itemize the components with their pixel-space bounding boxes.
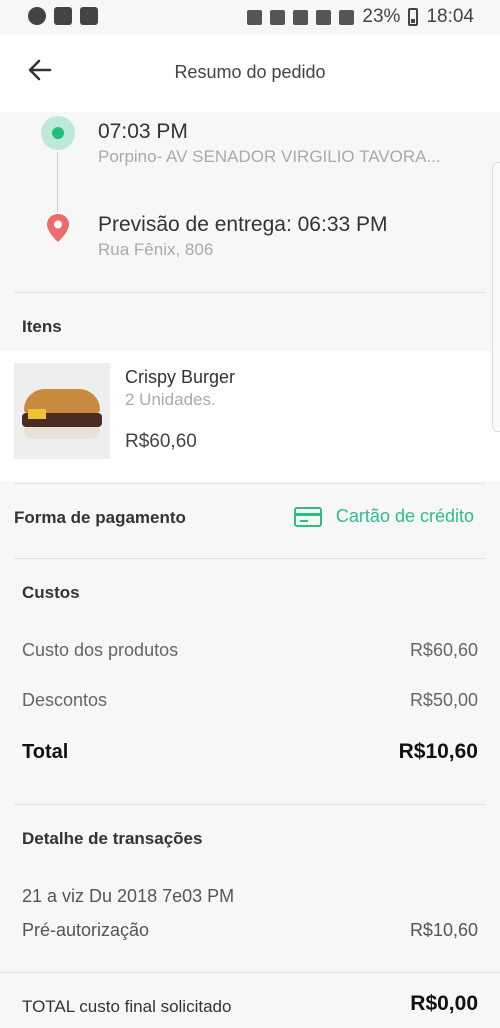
- transaction-type: Pré-autorização: [22, 920, 150, 940]
- list-item[interactable]: Crispy Burger 2 Unidades. R$60,60: [0, 351, 500, 481]
- divider: [0, 972, 500, 973]
- divider: [14, 804, 486, 805]
- products-cost-value: R$60,60: [409, 640, 478, 660]
- battery-percent: 23%: [362, 6, 401, 27]
- facebook-icon: [80, 7, 98, 25]
- payment-method-label: Cartão de crédito: [335, 506, 474, 526]
- credit-card-icon: [293, 506, 322, 527]
- lock-icon: [247, 9, 263, 25]
- battery-icon: [408, 8, 419, 26]
- discounts-label: Descontos: [22, 690, 108, 710]
- alarm-icon: [293, 9, 309, 25]
- payment-method[interactable]: Cartão de crédito: [293, 506, 474, 527]
- delivery-route: 07:03 PM Porpino- AV SENADOR VIRGILIO TA…: [14, 112, 486, 292]
- origin-dot-icon: [41, 116, 75, 150]
- payment-label: Forma de pagamento: [14, 508, 186, 527]
- divider: [14, 292, 486, 293]
- wifi-icon: [316, 9, 332, 25]
- discounts-value: R$50,00: [409, 690, 478, 710]
- route-line: [57, 152, 58, 212]
- item-quantity: 2 Unidades.: [125, 390, 216, 409]
- origin-address: Porpino- AV SENADOR VIRGILIO TAVORA...: [98, 147, 441, 166]
- divider: [14, 483, 486, 484]
- location-pin-icon: [44, 212, 72, 249]
- transaction-date: 21 a viz Du 2018 7e03 PM: [22, 886, 235, 906]
- total-label: Total: [22, 741, 69, 763]
- delivery-eta: Previsão de entrega: 06:33 PM: [98, 213, 388, 236]
- system-icons: 23% 18:04: [247, 6, 474, 28]
- item-price: R$60,60: [125, 431, 197, 452]
- items-section-title: Itens: [22, 317, 62, 336]
- status-bar: 23% 18:04: [0, 0, 500, 34]
- signal-icon: [339, 9, 355, 25]
- mute-icon: [270, 9, 286, 25]
- costs-section-title: Custos: [22, 583, 80, 602]
- scroll-indicator[interactable]: [492, 162, 500, 432]
- whatsapp-icon: [28, 7, 46, 25]
- destination-address: Rua Fênix, 806: [98, 240, 214, 259]
- final-total-value: R$0,00: [410, 992, 478, 1015]
- message-icon: [54, 7, 72, 25]
- origin-time: 07:03 PM: [98, 120, 188, 143]
- transactions-section-title: Detalhe de transações: [22, 829, 203, 848]
- products-cost-label: Custo dos produtos: [22, 640, 179, 660]
- transaction-amount: R$10,60: [409, 920, 478, 940]
- divider: [14, 558, 486, 559]
- clock: 18:04: [426, 6, 474, 27]
- app-bar: Resumo do pedido: [0, 34, 500, 112]
- total-value: R$10,60: [398, 740, 478, 763]
- final-total-label: TOTAL custo final solicitado: [22, 997, 232, 1016]
- item-name: Crispy Burger: [125, 367, 236, 387]
- notification-icons: [28, 7, 98, 25]
- page-title: Resumo do pedido: [174, 62, 326, 82]
- product-image: [14, 363, 110, 459]
